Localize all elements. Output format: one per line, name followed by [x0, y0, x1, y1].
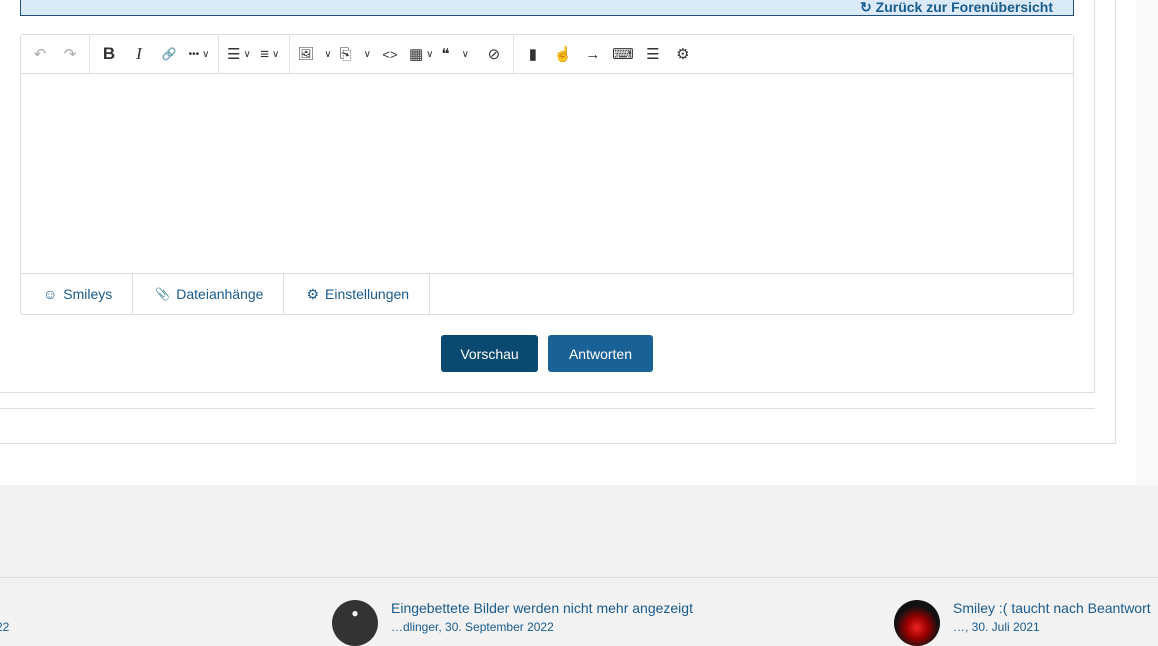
tab-settings[interactable]: ⚙ Einstellungen — [284, 274, 431, 314]
main-panel: ↻ Zurück zur Forenübersicht ↶ ↷ B I 🔗 ••… — [0, 0, 1116, 444]
code-icon[interactable]: <> — [375, 39, 405, 69]
tab-label: Dateianhänge — [176, 286, 264, 302]
thread-meta: …dlinger, 30. September 2022 — [391, 620, 554, 634]
more-formatting-button[interactable]: ••• ∨ — [184, 39, 214, 69]
quote-icon: ❝ — [441, 46, 450, 63]
chevron-down-icon: ∨ — [426, 48, 434, 60]
divider — [0, 408, 1095, 409]
book-icon[interactable]: ▮ — [518, 39, 548, 69]
gear-icon: ⚙ — [306, 285, 320, 302]
spoiler-icon: ⎘ — [339, 45, 352, 63]
chevron-down-icon: ∨ — [272, 48, 280, 60]
chevron-down-icon: ∨ — [461, 48, 469, 60]
image-button[interactable]: 🖼 ∨ — [294, 39, 336, 69]
avatar: ● — [332, 600, 378, 646]
chevron-down-icon: ∨ — [202, 48, 210, 60]
undo-icon[interactable]: ↶ — [25, 39, 55, 69]
redo-icon[interactable]: ↷ — [55, 39, 85, 69]
lines-icon[interactable]: ☰ — [638, 39, 668, 69]
pointer-icon[interactable]: ☝ — [548, 39, 578, 69]
list-button[interactable]: ☰ ∨ — [223, 39, 255, 69]
table-button[interactable]: ▦ ∨ — [405, 39, 438, 69]
footer-thread-item: Smiley :( taucht nach Beantwort …, 30. J… — [894, 600, 1151, 646]
quote-button[interactable]: ❝ ∨ — [437, 39, 472, 69]
avatar — [894, 600, 940, 646]
bold-icon[interactable]: B — [94, 39, 124, 69]
more-icon: ••• — [188, 48, 200, 60]
align-icon: ≡ — [260, 45, 269, 63]
chevron-down-icon: ∨ — [243, 48, 251, 60]
thread-title-link[interactable]: Eingebettete Bilder werden nicht mehr an… — [391, 600, 693, 616]
settings-sliders-icon[interactable]: ⚙ — [668, 39, 698, 69]
table-icon: ▦ — [408, 46, 424, 63]
link-icon[interactable]: 🔗 — [154, 39, 184, 69]
tab-label: Einstellungen — [325, 286, 410, 302]
italic-icon[interactable]: I — [124, 39, 154, 69]
footer-divider — [0, 577, 1158, 578]
editor-toolbar: ↶ ↷ B I 🔗 ••• ∨ ☰ ∨ ≡ ∨ 🖼 ∨ ⎘ ∨ <> ▦ ∨ ❝ ∨ ⊘ ▮ … — [21, 35, 1073, 74]
list-icon: ☰ — [227, 46, 241, 63]
chevron-down-icon: ∨ — [363, 48, 371, 60]
editor-content-area[interactable] — [21, 74, 1073, 273]
thread-title-link[interactable]: Smiley :( taucht nach Beantwort — [953, 600, 1151, 616]
tab-smileys[interactable]: ☺ Smileys — [21, 274, 134, 314]
align-button[interactable]: ≡ ∨ — [255, 39, 285, 69]
keyboard-icon[interactable]: ⌨ — [608, 39, 638, 69]
footer-fragment: 22 — [0, 620, 10, 634]
preview-button[interactable]: Vorschau — [441, 335, 538, 372]
editor-tabs: ☺ Smileys 📎 Dateianhänge ⚙ Einstellungen — [21, 273, 1073, 314]
tab-label: Smileys — [63, 286, 113, 302]
reply-form: ↶ ↷ B I 🔗 ••• ∨ ☰ ∨ ≡ ∨ 🖼 ∨ ⎘ ∨ <> ▦ ∨ ❝ ∨ ⊘ ▮ … — [0, 0, 1095, 393]
arrow-right-icon[interactable]: → — [578, 39, 608, 69]
reply-button[interactable]: Antworten — [548, 335, 653, 372]
chevron-down-icon: ∨ — [324, 48, 332, 60]
smiley-icon: ☺ — [43, 286, 58, 302]
footer-thread-item: ● Eingebettete Bilder werden nicht mehr … — [332, 600, 693, 646]
rich-text-editor: ↶ ↷ B I 🔗 ••• ∨ ☰ ∨ ≡ ∨ 🖼 ∨ ⎘ ∨ <> ▦ ∨ ❝ ∨ ⊘ ▮ … — [20, 34, 1074, 315]
tab-attachments[interactable]: 📎 Dateianhänge — [133, 274, 285, 314]
sidebar-strip — [1136, 0, 1158, 485]
thread-meta: …, 30. Juli 2021 — [953, 620, 1040, 634]
image-icon: 🖼 — [297, 46, 315, 61]
paperclip-icon: 📎 — [155, 287, 171, 301]
spoiler-button[interactable]: ⎘ ∨ — [336, 39, 375, 69]
hide-content-icon[interactable]: ⊘ — [479, 39, 509, 69]
